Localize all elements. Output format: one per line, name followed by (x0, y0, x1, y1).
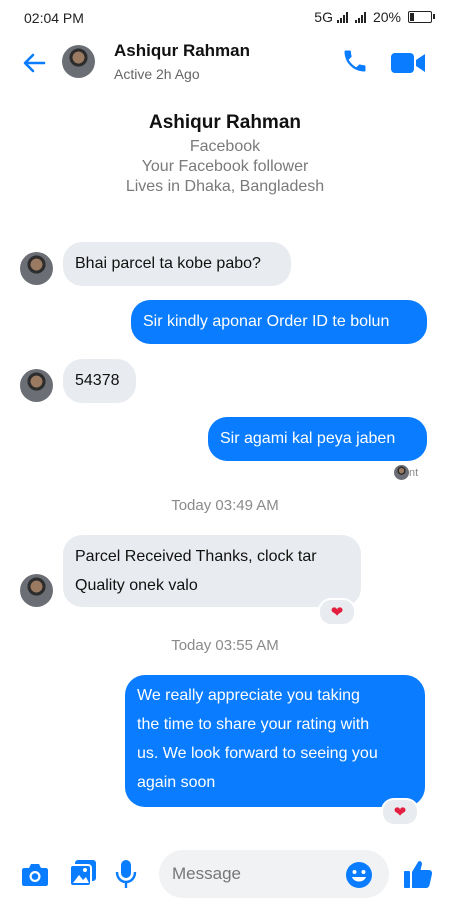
outgoing-message[interactable]: Sir kindly aponar Order ID te bolun (131, 300, 427, 344)
emoji-icon[interactable] (345, 861, 373, 889)
seen-indicator: nt (394, 465, 418, 480)
battery-icon (408, 11, 435, 23)
message-line: the time to share your rating with (137, 716, 370, 733)
sender-avatar[interactable] (20, 574, 53, 607)
timestamp: Today 03:49 AM (171, 497, 279, 514)
heart-icon: ❤ (393, 803, 407, 821)
message-line: again soon (137, 774, 216, 791)
sender-avatar[interactable] (20, 369, 53, 402)
phone-call-icon[interactable] (341, 47, 369, 75)
message-line: Quality onek valo (75, 577, 198, 594)
video-call-icon[interactable] (390, 51, 426, 75)
thumbs-up-icon[interactable] (403, 859, 433, 889)
profile-relation: Your Facebook follower (141, 158, 309, 175)
message-composer: Message (0, 846, 450, 902)
signal-icon-2 (354, 11, 366, 23)
profile-summary: Ashiqur Rahman Facebook Your Facebook fo… (0, 112, 450, 197)
chat-header: Ashiqur Rahman Active 2h Ago (0, 36, 450, 92)
message-line: Parcel Received Thanks, clock tar (75, 548, 317, 565)
status-bar: 02:04 PM 5G 20% (0, 0, 450, 34)
incoming-message[interactable]: Parcel Received Thanks, clock tar Qualit… (63, 535, 361, 607)
message-line: us. We look forward to seeing you (137, 745, 378, 762)
contact-name[interactable]: Ashiqur Rahman (114, 41, 250, 61)
reaction-badge[interactable]: ❤ (381, 798, 419, 826)
gallery-icon[interactable] (69, 859, 97, 887)
outgoing-message[interactable]: Sir agami kal peya jaben (208, 417, 427, 461)
message-line: We really appreciate you taking (137, 687, 360, 704)
active-status: Active 2h Ago (114, 66, 200, 82)
signal-icon (336, 11, 348, 23)
camera-icon[interactable] (21, 861, 49, 887)
seen-avatar (394, 465, 409, 480)
profile-location: Lives in Dhaka, Bangladesh (125, 178, 325, 195)
outgoing-message[interactable]: We really appreciate you taking the time… (125, 675, 425, 807)
heart-icon: ❤ (330, 603, 344, 621)
status-time: 02:04 PM (24, 10, 84, 26)
profile-name: Ashiqur Rahman (148, 112, 302, 133)
reaction-badge[interactable]: ❤ (318, 598, 356, 626)
seen-text: nt (409, 466, 419, 479)
message-input[interactable]: Message (159, 850, 389, 898)
timestamp: Today 03:55 AM (171, 637, 279, 654)
contact-avatar[interactable] (62, 45, 95, 78)
microphone-icon[interactable] (115, 859, 137, 889)
incoming-message[interactable]: 54378 (63, 359, 136, 403)
sender-avatar[interactable] (20, 252, 53, 285)
battery-percent: 20% (372, 9, 401, 25)
profile-source: Facebook (189, 138, 261, 155)
back-arrow-icon[interactable] (20, 49, 48, 77)
incoming-message[interactable]: Bhai parcel ta kobe pabo? (63, 242, 291, 286)
message-placeholder: Message (172, 864, 241, 883)
network-type: 5G (314, 9, 333, 25)
